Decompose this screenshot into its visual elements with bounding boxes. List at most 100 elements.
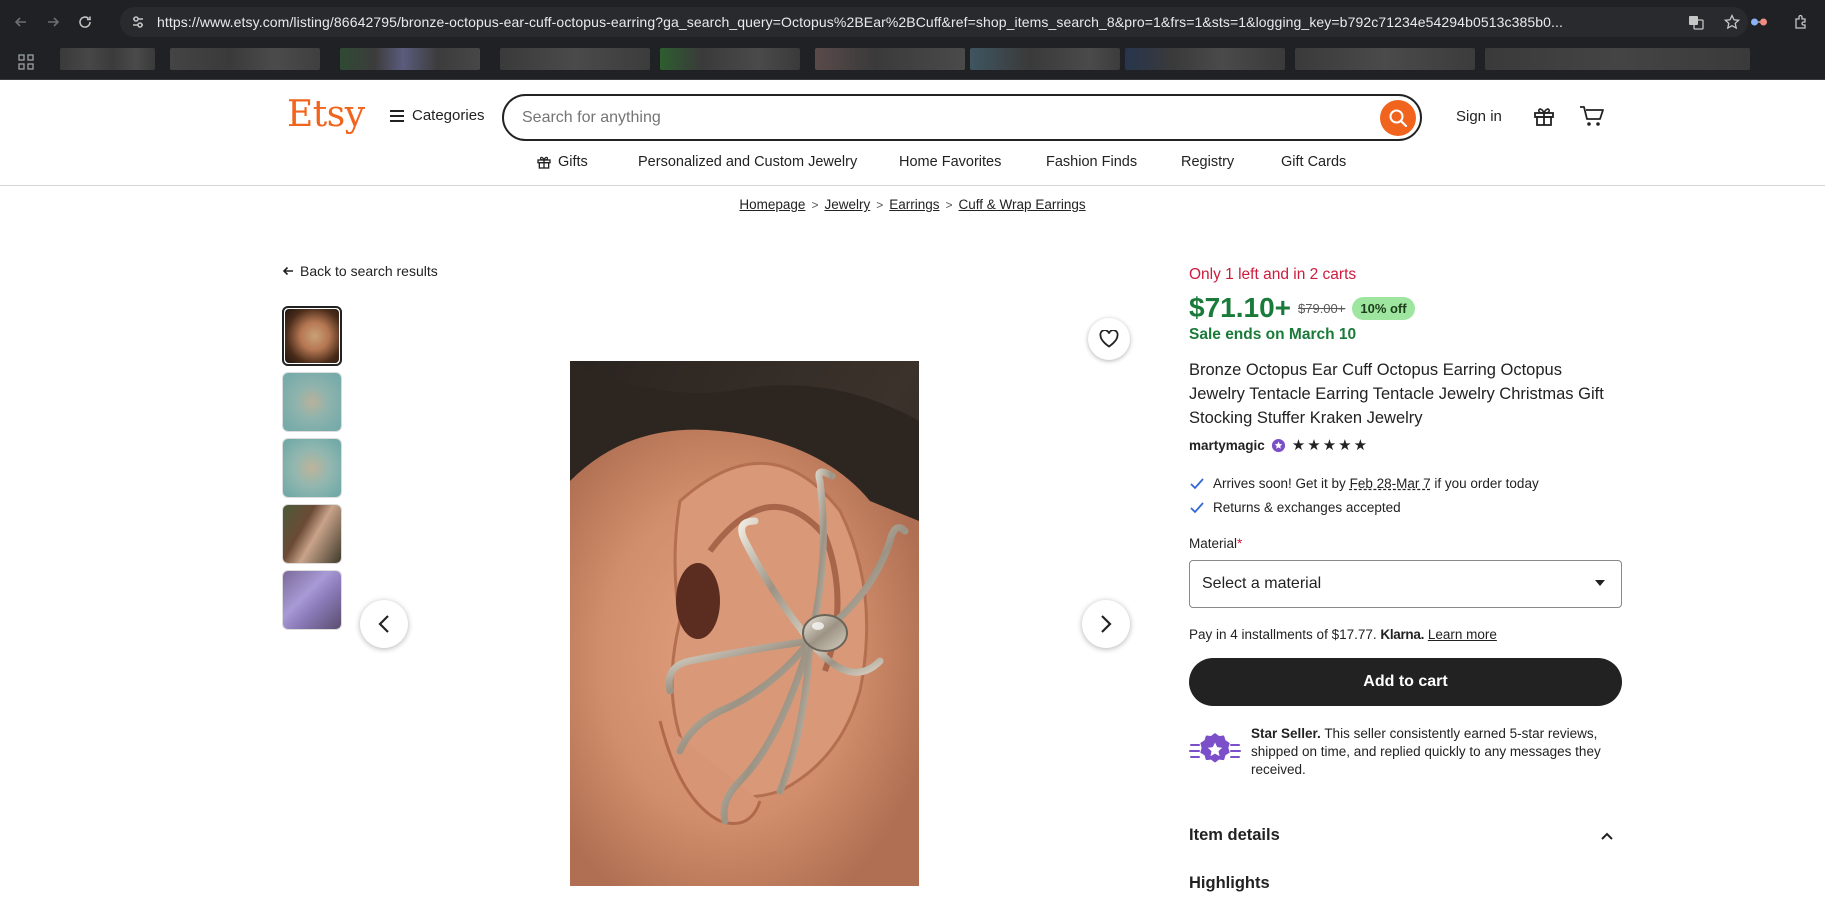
site-settings-icon[interactable] (130, 14, 146, 30)
subnav-item-gifts[interactable]: Gifts (536, 154, 588, 170)
next-image-button[interactable] (1082, 600, 1130, 648)
extensions-puzzle-icon[interactable] (1791, 12, 1811, 32)
bookmark-item[interactable] (1295, 48, 1475, 70)
seller-name[interactable]: martymagic (1189, 438, 1265, 453)
subnav-item-personalized[interactable]: Personalized and Custom Jewelry (638, 154, 857, 170)
arrival-prefix: Arrives soon! Get it by (1213, 476, 1346, 491)
forward-arrow-icon[interactable] (42, 11, 64, 33)
stock-message: Only 1 left and in 2 carts (1189, 266, 1357, 283)
product-image[interactable] (570, 361, 919, 886)
star-seller-description: Star Seller. This seller consistently ea… (1251, 725, 1622, 779)
bookmark-star-icon[interactable] (1722, 12, 1742, 32)
subnav-item-gift-cards[interactable]: Gift Cards (1281, 154, 1346, 170)
chevron-right-icon (1101, 615, 1112, 633)
arrow-left-icon (282, 266, 293, 276)
categories-label: Categories (412, 107, 485, 124)
subnav-item-registry[interactable]: Registry (1181, 154, 1234, 170)
search-icon (1389, 109, 1408, 128)
breadcrumb-homepage[interactable]: Homepage (739, 197, 805, 212)
bookmark-item[interactable] (1485, 48, 1750, 70)
subnav-item-fashion-finds[interactable]: Fashion Finds (1046, 154, 1137, 170)
material-label-text: Material (1189, 536, 1238, 551)
chevron-up-icon (1601, 832, 1613, 840)
highlights-heading: Highlights (1189, 874, 1270, 892)
etsy-logo[interactable]: Etsy (287, 94, 365, 135)
arrival-dates[interactable]: Feb 28-Mar 7 (1350, 476, 1431, 491)
klarna-text: Pay in 4 installments of $17.77. (1189, 627, 1377, 642)
thumbnail-3[interactable] (282, 438, 342, 498)
bookmark-item[interactable] (970, 48, 1120, 70)
favorite-button[interactable] (1088, 318, 1130, 360)
search-input[interactable] (522, 108, 1322, 127)
thumbnail-4[interactable] (282, 504, 342, 564)
checkmark-icon (1190, 501, 1204, 513)
chevron-right-icon: > (945, 198, 953, 212)
category-subnav: Gifts Personalized and Custom Jewelry Ho… (0, 146, 1825, 186)
breadcrumb-jewelry[interactable]: Jewelry (824, 197, 870, 212)
bookmark-item[interactable] (1125, 48, 1285, 70)
bookmark-item[interactable] (660, 48, 800, 70)
bookmark-item[interactable] (170, 48, 320, 70)
arrival-suffix: if you order today (1434, 476, 1539, 491)
extension-glasses-icon[interactable] (1749, 12, 1769, 32)
back-to-search-link[interactable]: Back to search results (282, 263, 438, 279)
browser-toolbar: https://www.etsy.com/listing/86642795/br… (0, 0, 1825, 44)
item-details-heading: Item details (1189, 826, 1280, 844)
gift-icon (537, 156, 551, 169)
bookmark-item[interactable] (815, 48, 965, 70)
original-price: $79.00+ (1298, 300, 1346, 316)
klarna-learn-more-link[interactable]: Learn more (1428, 627, 1497, 642)
sign-in-button[interactable]: Sign in (1456, 108, 1502, 125)
returns-text: Returns & exchanges accepted (1213, 500, 1401, 515)
url-text[interactable]: https://www.etsy.com/listing/86642795/br… (157, 14, 1657, 30)
apps-grid-icon[interactable] (18, 54, 34, 70)
material-label: Material* (1189, 536, 1242, 551)
address-bar[interactable]: https://www.etsy.com/listing/86642795/br… (120, 7, 1748, 37)
star-seller-info: Star Seller. This seller consistently ea… (1189, 725, 1622, 779)
subnav-label: Gifts (558, 154, 588, 170)
material-select[interactable]: Select a material (1189, 560, 1622, 608)
heart-icon (1099, 330, 1119, 348)
chevron-right-icon: > (876, 198, 884, 212)
hamburger-icon (390, 109, 404, 122)
thumbnail-1[interactable] (282, 306, 342, 366)
klarna-logo: Klarna. (1380, 627, 1425, 642)
seller-row: martymagic ★ ★ ★ ★ ★ (1189, 438, 1367, 453)
star-icon: ★ (1307, 437, 1321, 454)
add-to-cart-button[interactable]: Add to cart (1189, 658, 1622, 706)
bookmarks-bar (0, 44, 1825, 80)
star-seller-title: Star Seller. (1251, 726, 1321, 741)
gift-icon[interactable] (1532, 104, 1556, 128)
star-icon: ★ (1291, 437, 1306, 454)
bookmark-item[interactable] (60, 48, 155, 70)
star-seller-icon (1189, 733, 1241, 763)
breadcrumb: Homepage > Jewelry > Earrings > Cuff & Wrap Ea… (0, 197, 1825, 212)
thumbnail-2[interactable] (282, 372, 342, 432)
search-button[interactable] (1380, 100, 1416, 136)
price-row: $71.10+ $79.00+ 10% off (1189, 292, 1415, 324)
item-details-toggle[interactable]: Item details (1189, 826, 1622, 845)
breadcrumb-earrings[interactable]: Earrings (889, 197, 939, 212)
reload-icon[interactable] (74, 11, 96, 33)
back-arrow-icon[interactable] (10, 11, 32, 33)
chevron-right-icon: > (811, 198, 819, 212)
sale-ends-text: Sale ends on March 10 (1189, 326, 1357, 343)
subnav-item-home-favorites[interactable]: Home Favorites (899, 154, 1001, 170)
checkmark-icon (1190, 477, 1204, 489)
star-seller-badge-icon (1271, 438, 1285, 453)
material-select-value: Select a material (1202, 575, 1322, 592)
thumbnail-5[interactable] (282, 570, 342, 630)
search-bar (502, 94, 1422, 141)
bookmark-item[interactable] (340, 48, 480, 70)
previous-image-button[interactable] (360, 600, 408, 648)
translate-icon[interactable] (1686, 12, 1706, 32)
bookmark-item[interactable] (500, 48, 650, 70)
chevron-left-icon (378, 615, 389, 633)
categories-button[interactable]: Categories (390, 107, 485, 124)
rating-stars[interactable]: ★ ★ ★ ★ ★ (1292, 438, 1367, 453)
cart-icon[interactable] (1579, 104, 1605, 128)
required-marker: * (1237, 536, 1243, 551)
breadcrumb-cuff-wrap-earrings[interactable]: Cuff & Wrap Earrings (959, 197, 1086, 212)
caret-down-icon (1595, 580, 1605, 586)
returns-info: Returns & exchanges accepted (1189, 500, 1401, 515)
